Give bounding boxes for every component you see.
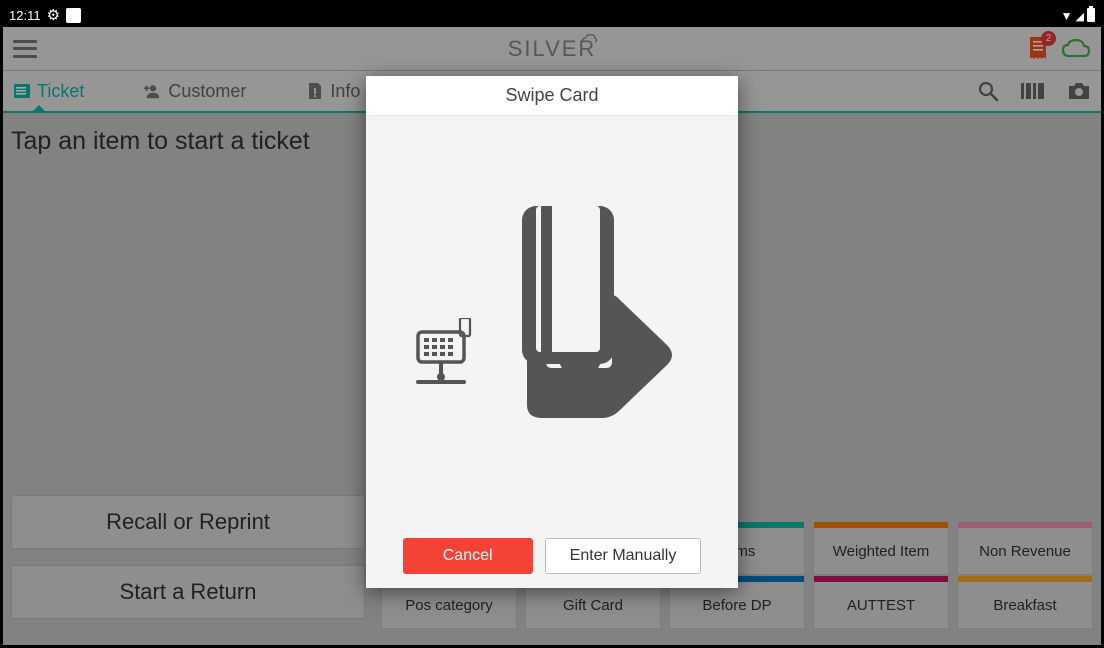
android-status-bar: 12:11 [3,3,1101,27]
tab-info-label: Info [330,81,360,102]
clock: 12:11 [9,8,41,23]
tab-customer-label: Customer [168,81,246,102]
category-gift-card[interactable]: Gift Card [525,581,661,629]
battery-icon [1087,8,1095,22]
barcode-icon[interactable] [1021,81,1045,101]
menu-button[interactable] [13,40,37,58]
category-weighted-item[interactable]: Weighted Item [813,527,949,575]
info-icon [306,82,324,100]
signal-icon [1076,8,1084,23]
recall-reprint-button[interactable]: Recall or Reprint [11,495,365,549]
category-pos[interactable]: Pos category [381,581,517,629]
category-before-dp[interactable]: Before DP [669,581,805,629]
app-status-icon [66,8,81,23]
customer-icon [144,82,162,100]
receipt-badge: 2 [1041,31,1056,46]
ticket-hint: Tap an item to start a ticket [11,127,365,156]
cancel-button[interactable]: Cancel [403,538,533,574]
ticket-icon [13,82,31,100]
app-logo: SILVER [508,36,597,62]
category-breakfast[interactable]: Breakfast [957,581,1093,629]
left-pane: Tap an item to start a ticket Recall or … [3,113,373,645]
category-auttest[interactable]: AUTTEST [813,581,949,629]
tab-customer[interactable]: Customer [144,81,246,102]
cloud-sync-icon[interactable] [1061,38,1091,60]
search-icon[interactable] [977,80,999,102]
swipe-card-modal: Swipe Card [366,76,738,588]
receipt-icon[interactable]: 2 [1027,36,1049,62]
modal-title: Swipe Card [366,76,738,116]
enter-manually-button[interactable]: Enter Manually [545,538,702,574]
app-bar: SILVER 2 [3,27,1101,71]
category-non-revenue[interactable]: Non Revenue [957,527,1093,575]
camera-icon[interactable] [1067,81,1091,101]
tab-ticket-label: Ticket [37,81,84,102]
tab-info[interactable]: Info [306,81,360,102]
wifi-icon [1061,8,1073,23]
settings-status-icon [47,6,60,24]
tab-ticket[interactable]: Ticket [13,81,84,102]
start-return-button[interactable]: Start a Return [11,565,365,619]
swipe-card-graphic [402,200,702,440]
